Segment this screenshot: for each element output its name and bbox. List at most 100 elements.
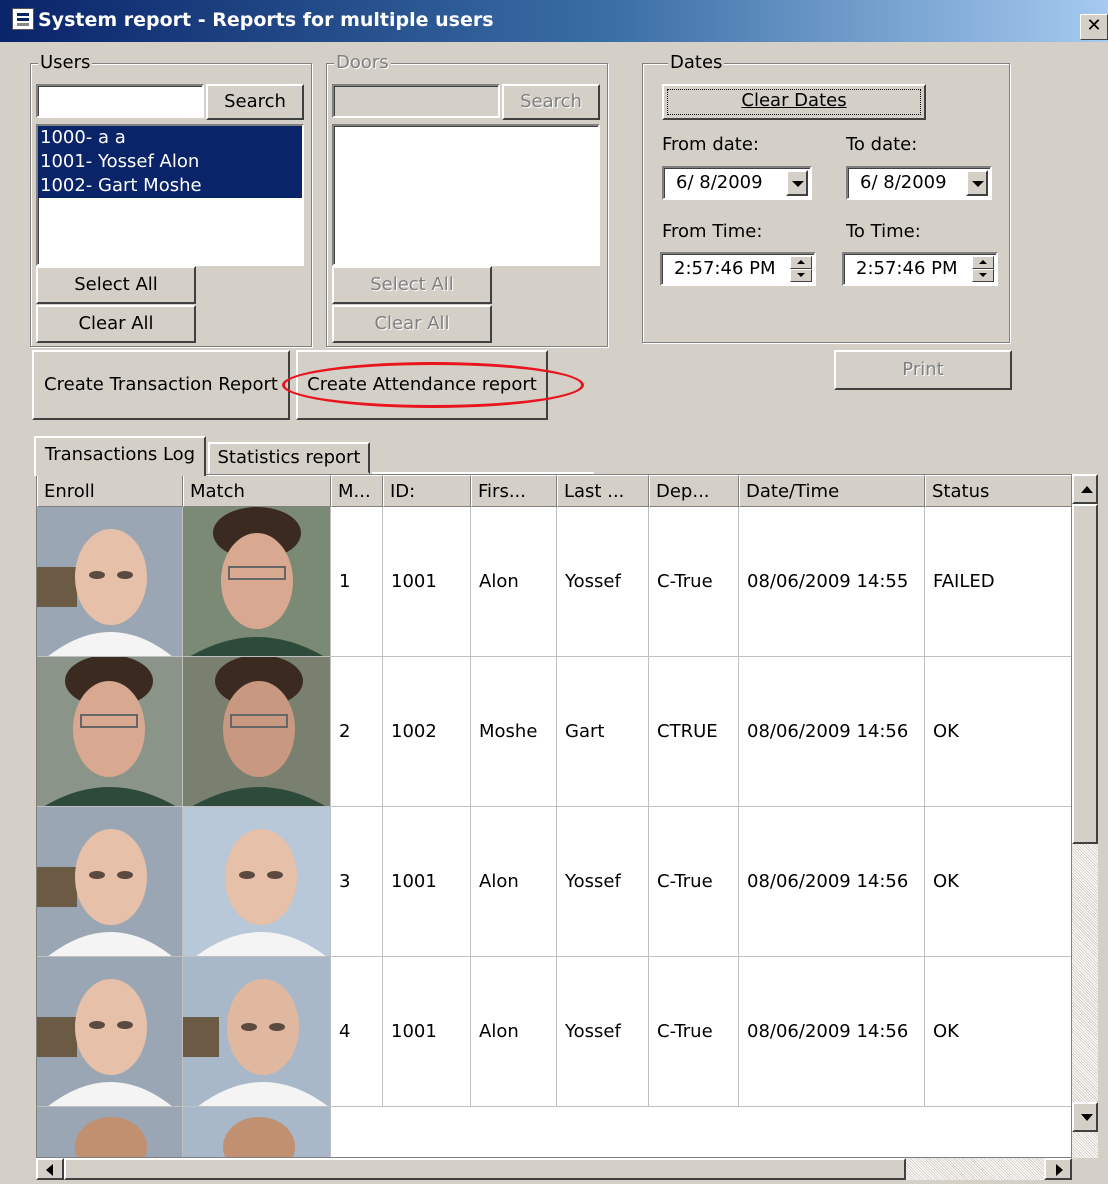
spin-down-icon[interactable] — [972, 269, 994, 282]
doors-legend: Doors — [334, 52, 391, 73]
cell-first: Alon — [471, 507, 557, 657]
enroll-photo — [37, 657, 183, 807]
to-date-label: To date: — [846, 134, 918, 155]
column-header-datetime[interactable]: Date/Time — [739, 475, 925, 507]
from-time-picker[interactable]: 2:57:46 PM — [660, 252, 816, 286]
to-time-label: To Time: — [846, 221, 921, 242]
cell-status: OK — [925, 657, 1071, 807]
cell-m: 2 — [331, 657, 383, 807]
scroll-right-icon[interactable] — [1044, 1158, 1072, 1180]
table-row[interactable] — [37, 1107, 1071, 1157]
scroll-up-icon[interactable] — [1072, 474, 1098, 504]
highlight-ellipse — [282, 362, 584, 408]
tab-transactions-log[interactable]: Transactions Log — [34, 436, 206, 476]
enroll-photo — [37, 1107, 183, 1157]
cell-last: Yossef — [557, 807, 649, 957]
transactions-grid[interactable]: Enroll Match M... ID: Firs... Last ... D… — [36, 474, 1072, 1158]
match-photo — [183, 507, 331, 657]
match-photo — [183, 957, 331, 1107]
cell-id: 1002 — [383, 657, 471, 807]
cell-datetime: 08/06/2009 14:56 — [739, 807, 925, 957]
dates-legend: Dates — [668, 52, 725, 73]
users-search-input[interactable] — [36, 84, 204, 118]
cell-id: 1001 — [383, 807, 471, 957]
column-header-id[interactable]: ID: — [383, 475, 471, 507]
doors-clear-all-button[interactable]: Clear All — [332, 305, 492, 343]
users-select-all-button[interactable]: Select All — [36, 266, 196, 304]
doors-select-all-button[interactable]: Select All — [332, 266, 492, 304]
spin-up-icon[interactable] — [972, 256, 994, 269]
print-button[interactable]: Print — [834, 350, 1012, 390]
from-date-value: 6/ 8/2009 — [676, 172, 763, 193]
to-time-spinner[interactable] — [972, 256, 994, 282]
cell-status: FAILED — [925, 507, 1071, 657]
create-transaction-report-button[interactable]: Create Transaction Report — [32, 350, 290, 420]
app-icon — [12, 8, 34, 30]
users-search-button[interactable]: Search — [206, 84, 304, 120]
table-row[interactable]: 2 1002 Moshe Gart CTRUE 08/06/2009 14:56… — [37, 657, 1071, 807]
match-photo — [183, 1107, 331, 1157]
column-header-last[interactable]: Last ... — [557, 475, 649, 507]
table-row[interactable]: 4 1001 Alon Yossef C-True 08/06/2009 14:… — [37, 957, 1071, 1107]
cell-last: Yossef — [557, 507, 649, 657]
from-date-picker[interactable]: 6/ 8/2009 — [662, 166, 812, 200]
doors-search-button[interactable]: Search — [502, 84, 600, 120]
doors-search-input[interactable] — [332, 84, 500, 118]
cell-first: Alon — [471, 957, 557, 1107]
column-header-m[interactable]: M... — [331, 475, 383, 507]
cell-last: Yossef — [557, 957, 649, 1107]
vertical-scrollbar[interactable] — [1072, 474, 1098, 1158]
from-time-spinner[interactable] — [790, 256, 812, 282]
horizontal-scroll-thumb[interactable] — [64, 1158, 906, 1180]
doors-list[interactable] — [332, 124, 600, 266]
enroll-photo — [37, 957, 183, 1107]
to-time-picker[interactable]: 2:57:46 PM — [842, 252, 998, 286]
to-date-picker[interactable]: 6/ 8/2009 — [846, 166, 992, 200]
column-header-first[interactable]: Firs... — [471, 475, 557, 507]
close-button[interactable]: ✕ — [1080, 14, 1108, 40]
to-date-value: 6/ 8/2009 — [860, 172, 947, 193]
title-bar: System report - Reports for multiple use… — [0, 0, 1108, 42]
column-header-department[interactable]: Dep... — [649, 475, 739, 507]
cell-last: Gart — [557, 657, 649, 807]
to-time-value: 2:57:46 PM — [856, 258, 958, 279]
window-title: System report - Reports for multiple use… — [38, 9, 494, 31]
column-header-enroll[interactable]: Enroll — [37, 475, 183, 507]
list-item[interactable]: 1001- Yossef Alon — [38, 150, 302, 174]
tab-statistics-report[interactable]: Statistics report — [208, 442, 370, 474]
spin-down-icon[interactable] — [790, 269, 812, 282]
cell-datetime: 08/06/2009 14:56 — [739, 657, 925, 807]
users-list[interactable]: 1000- a a 1001- Yossef Alon 1002- Gart M… — [36, 124, 304, 266]
clear-dates-button[interactable]: Clear Dates — [662, 84, 926, 120]
scrollbar-corner — [1072, 1158, 1098, 1180]
users-legend: Users — [38, 52, 93, 73]
enroll-photo — [37, 807, 183, 957]
cell-first: Alon — [471, 807, 557, 957]
table-row[interactable]: 3 1001 Alon Yossef C-True 08/06/2009 14:… — [37, 807, 1071, 957]
cell-m: 1 — [331, 507, 383, 657]
chevron-down-icon[interactable] — [966, 170, 988, 196]
cell-first: Moshe — [471, 657, 557, 807]
scroll-left-icon[interactable] — [36, 1158, 64, 1180]
match-photo — [183, 657, 331, 807]
spin-up-icon[interactable] — [790, 256, 812, 269]
cell-datetime: 08/06/2009 14:56 — [739, 957, 925, 1107]
users-clear-all-button[interactable]: Clear All — [36, 305, 196, 343]
cell-department: C-True — [649, 807, 739, 957]
column-header-status[interactable]: Status — [925, 475, 1071, 507]
cell-department: C-True — [649, 507, 739, 657]
cell-status: OK — [925, 957, 1071, 1107]
cell-m: 3 — [331, 807, 383, 957]
match-photo — [183, 807, 331, 957]
column-header-match[interactable]: Match — [183, 475, 331, 507]
horizontal-scrollbar[interactable] — [36, 1158, 1072, 1180]
from-time-label: From Time: — [662, 221, 763, 242]
list-item[interactable]: 1000- a a — [38, 126, 302, 150]
from-time-value: 2:57:46 PM — [674, 258, 776, 279]
scroll-down-icon[interactable] — [1072, 1102, 1098, 1132]
vertical-scroll-thumb[interactable] — [1072, 504, 1098, 844]
chevron-down-icon[interactable] — [786, 170, 808, 196]
list-item[interactable]: 1002- Gart Moshe — [38, 174, 302, 198]
table-row[interactable]: 1 1001 Alon Yossef C-True 08/06/2009 14:… — [37, 507, 1071, 657]
cell-id: 1001 — [383, 957, 471, 1107]
